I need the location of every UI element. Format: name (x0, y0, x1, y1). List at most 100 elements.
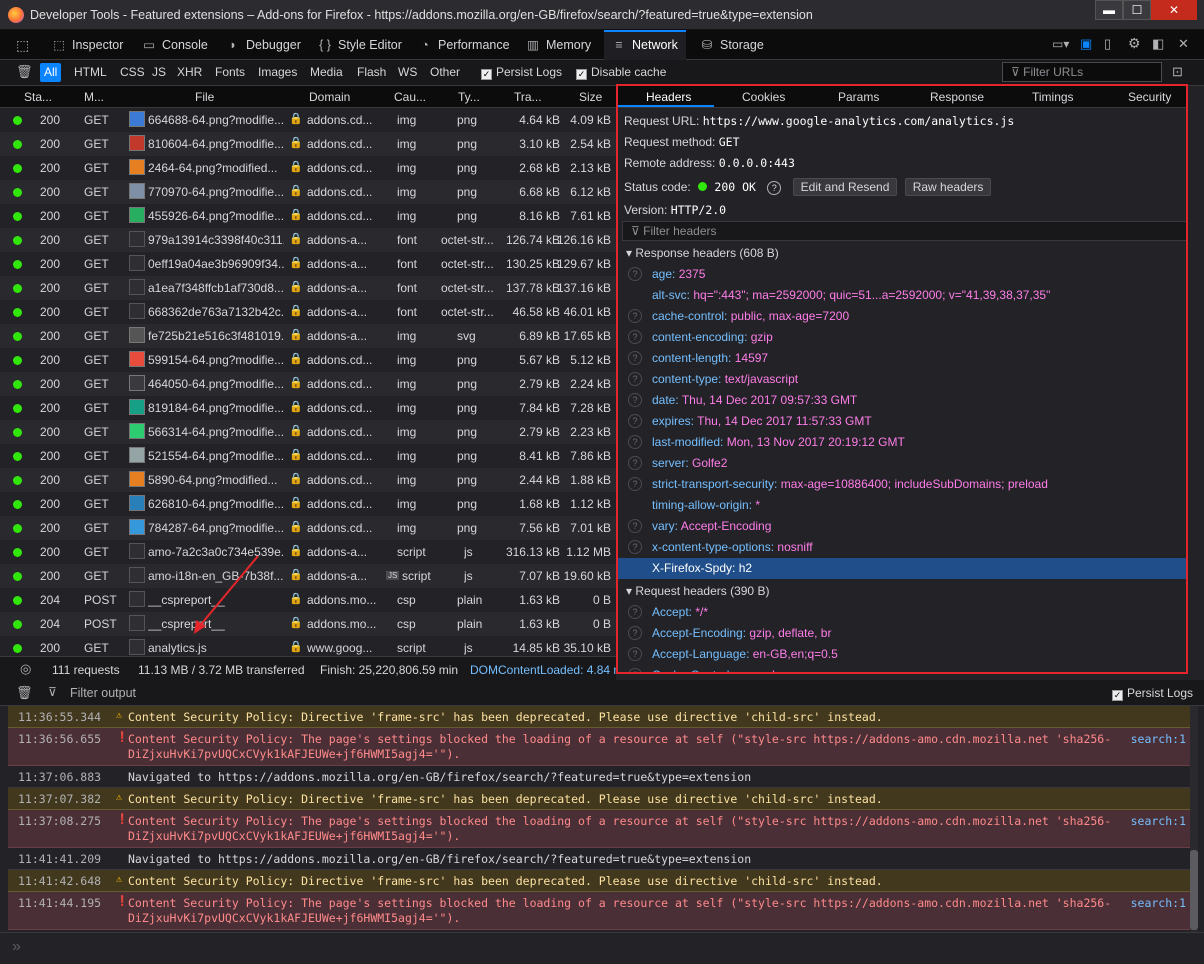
request-headers-toggle[interactable]: ▾ Request headers (390 B) (626, 584, 769, 598)
help-icon[interactable]: ? (628, 647, 642, 661)
header-row[interactable]: ? age: 2375 (618, 264, 1186, 285)
message-source-link[interactable]: search:1 (1131, 814, 1186, 828)
persist-logs-checkbox[interactable]: ✓ Persist Logs (481, 65, 562, 80)
trash-icon[interactable]: 🗑 (16, 685, 33, 701)
filter-headers-input[interactable]: ⊽ Filter headers (622, 221, 1186, 241)
help-icon[interactable]: ? (628, 309, 642, 323)
request-row[interactable]: 204 POST __cspreport__ 🔒 addons.mo... csp plai… (0, 612, 616, 636)
request-row[interactable]: 200 GET a1ea7f348ffcb1af730d8... 🔒 addons-a.… (0, 276, 616, 300)
request-row[interactable]: 200 GET 0eff19a04ae3b96909f34... 🔒 addons-a.… (0, 252, 616, 276)
request-row[interactable]: 204 POST __cspreport__ 🔒 addons.mo... csp plai… (0, 588, 616, 612)
request-row[interactable]: 200 GET 566314-64.png?modifie... 🔒 addons.cd… (0, 420, 616, 444)
help-icon[interactable]: ? (628, 477, 642, 491)
trash-icon[interactable]: 🗑 (16, 64, 33, 80)
filter-images[interactable]: Images (254, 63, 301, 82)
help-icon[interactable]: ? (628, 414, 642, 428)
header-row[interactable]: ? vary: Accept-Encoding (618, 516, 1186, 537)
raw-headers-button[interactable]: Raw headers (904, 178, 992, 196)
help-icon[interactable]: ? (628, 435, 642, 449)
disable-cache-checkbox[interactable]: ✓ Disable cache (576, 65, 666, 80)
column-status[interactable]: Sta... (24, 90, 52, 104)
tab-style-editor[interactable]: { } Style Editor (318, 30, 402, 60)
tab-params[interactable]: Params (838, 90, 879, 104)
tab-debugger[interactable]: ◗ Debugger (226, 30, 301, 60)
tab-response[interactable]: Response (930, 90, 984, 104)
request-row[interactable]: 200 GET amo-7a2c3a0c734e539e... 🔒 addons-a..… (0, 540, 616, 564)
gear-icon[interactable]: ⚙ (1128, 35, 1141, 52)
header-row[interactable]: timing-allow-origin: * (618, 495, 1186, 516)
toggle-sidebar-icon[interactable]: ⊡ (1172, 64, 1183, 80)
request-row[interactable]: 200 GET 668362de763a7132b42c... 🔒 addons-a..… (0, 300, 616, 324)
maximize-button[interactable]: ☐ (1123, 0, 1151, 20)
filter-urls-input[interactable]: ⊽ Filter URLs (1002, 62, 1162, 82)
column-cause[interactable]: Cau... (394, 90, 426, 104)
filter-output-input[interactable]: Filter output (70, 686, 136, 700)
close-devtools-icon[interactable]: ✕ (1178, 36, 1189, 52)
tab-console[interactable]: ▭ Console (142, 30, 208, 60)
help-icon[interactable]: ? (628, 330, 642, 344)
header-row[interactable]: ? last-modified: Mon, 13 Nov 2017 20:19:1… (618, 432, 1186, 453)
help-icon[interactable]: ? (628, 372, 642, 386)
header-row[interactable]: ? cache-control: public, max-age=7200 (618, 306, 1186, 327)
help-icon[interactable]: ? (628, 540, 642, 554)
header-row[interactable]: alt-svc: hq=":443"; ma=2592000; quic=51.… (618, 285, 1186, 306)
request-row[interactable]: 200 GET 664688-64.png?modifie... 🔒 addons.cd… (0, 108, 616, 132)
header-row[interactable]: ? content-type: text/javascript (618, 369, 1186, 390)
console-input[interactable]: » (0, 932, 1204, 962)
header-row[interactable]: ? Accept-Language: en-GB,en;q=0.5 (618, 644, 1186, 665)
performance-analysis-icon[interactable]: ◎ (20, 661, 31, 677)
tab-storage[interactable]: ⛁ Storage (700, 30, 764, 60)
header-row[interactable]: ? x-content-type-options: nosniff (618, 537, 1186, 558)
help-icon[interactable]: ? (767, 181, 782, 195)
frame-select-icon[interactable]: ▭▾ (1052, 37, 1069, 51)
header-row[interactable]: ? server: Golfe2 (618, 453, 1186, 474)
help-icon[interactable]: ? (628, 605, 642, 619)
request-row[interactable]: 200 GET fe725b21e516c3f481019... 🔒 addons-a.… (0, 324, 616, 348)
filter-html[interactable]: HTML (70, 63, 111, 82)
column-type[interactable]: Ty... (458, 90, 480, 104)
request-row[interactable]: 200 GET 626810-64.png?modifie... 🔒 addons.cd… (0, 492, 616, 516)
element-picker-icon[interactable]: ⬚ (16, 37, 29, 54)
tab-cookies[interactable]: Cookies (742, 90, 785, 104)
request-row[interactable]: 200 GET 2464-64.png?modified... 🔒 addons.cd.… (0, 156, 616, 180)
tab-performance[interactable]: ◔ Performance (418, 30, 509, 60)
help-icon[interactable]: ? (628, 267, 642, 281)
column-transferred[interactable]: Tra... (514, 90, 542, 104)
help-icon[interactable]: ? (628, 456, 642, 470)
tab-security[interactable]: Security (1128, 90, 1171, 104)
filter-js[interactable]: JS (148, 63, 170, 82)
request-row[interactable]: 200 GET 979a13914c3398f40c311... 🔒 addons-a.… (0, 228, 616, 252)
column-method[interactable]: M... (84, 90, 104, 104)
request-row[interactable]: 200 GET 521554-64.png?modifie... 🔒 addons.cd… (0, 444, 616, 468)
filter-other[interactable]: Other (426, 63, 464, 82)
help-icon[interactable]: ? (628, 519, 642, 533)
help-icon[interactable]: ? (628, 393, 642, 407)
header-row[interactable]: ? Accept-Encoding: gzip, deflate, br (618, 623, 1186, 644)
help-icon[interactable]: ? (628, 668, 642, 672)
column-domain[interactable]: Domain (309, 90, 350, 104)
header-row[interactable]: ? content-length: 14597 (618, 348, 1186, 369)
filter-ws[interactable]: WS (394, 63, 421, 82)
request-row[interactable]: 200 GET 819184-64.png?modifie... 🔒 addons.cd… (0, 396, 616, 420)
tab-network[interactable]: ≡ Network (604, 30, 686, 60)
edit-resend-button[interactable]: Edit and Resend (792, 178, 898, 196)
message-source-link[interactable]: search:1 (1131, 732, 1186, 746)
filter-xhr[interactable]: XHR (173, 63, 206, 82)
column-size[interactable]: Size (579, 90, 602, 104)
header-row[interactable]: ? strict-transport-security: max-age=1088… (618, 474, 1186, 495)
filter-fonts[interactable]: Fonts (211, 63, 249, 82)
console-scrollbar-thumb[interactable] (1190, 850, 1198, 930)
header-row[interactable]: X-Firefox-Spdy: h2 (618, 558, 1186, 579)
header-row[interactable]: ? expires: Thu, 14 Dec 2017 11:57:33 GMT (618, 411, 1186, 432)
filter-css[interactable]: CSS (116, 63, 149, 82)
request-row[interactable]: 200 GET 810604-64.png?modifie... 🔒 addons.cd… (0, 132, 616, 156)
tab-inspector[interactable]: ⬚ Inspector (52, 30, 123, 60)
tab-timings[interactable]: Timings (1032, 90, 1074, 104)
filter-media[interactable]: Media (306, 63, 347, 82)
filter-flash[interactable]: Flash (353, 63, 390, 82)
dock-icon[interactable]: ◧ (1152, 36, 1164, 52)
request-row[interactable]: 200 GET 5890-64.png?modified... 🔒 addons.cd.… (0, 468, 616, 492)
header-row[interactable]: ? date: Thu, 14 Dec 2017 09:57:33 GMT (618, 390, 1186, 411)
response-headers-toggle[interactable]: ▾ Response headers (608 B) (626, 246, 779, 260)
request-row[interactable]: 200 GET 464050-64.png?modifie... 🔒 addons.cd… (0, 372, 616, 396)
